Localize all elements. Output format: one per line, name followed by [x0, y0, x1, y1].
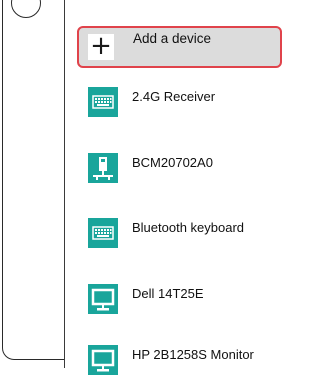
keyboard-icon — [88, 87, 118, 117]
list-item-2-4g-receiver[interactable]: 2.4G Receiver — [88, 87, 280, 127]
monitor-icon — [88, 345, 118, 375]
plus-icon: + — [88, 33, 114, 60]
device-name: Dell 14T25E — [132, 286, 204, 301]
list-item-bcm20702a0[interactable]: BCM20702A0 — [88, 153, 280, 193]
list-item-dell-14t25e[interactable]: Dell 14T25E — [88, 284, 280, 324]
device-name: Bluetooth keyboard — [132, 220, 245, 235]
device-name: 2.4G Receiver — [132, 89, 216, 104]
usb-device-icon — [88, 153, 118, 183]
monitor-icon — [88, 284, 118, 314]
device-name: HP 2B1258S Monitor — [132, 347, 254, 362]
list-item-bluetooth-keyboard[interactable]: Bluetooth keyboard — [88, 218, 280, 258]
keyboard-icon — [88, 218, 118, 248]
device-name: BCM20702A0 — [132, 155, 213, 170]
add-device-label: Add a device — [133, 31, 212, 46]
add-device-item[interactable]: + Add a device — [77, 26, 282, 68]
list-item-hp-2b1258s-monitor[interactable]: HP 2B1258S Monitor — [88, 345, 280, 385]
